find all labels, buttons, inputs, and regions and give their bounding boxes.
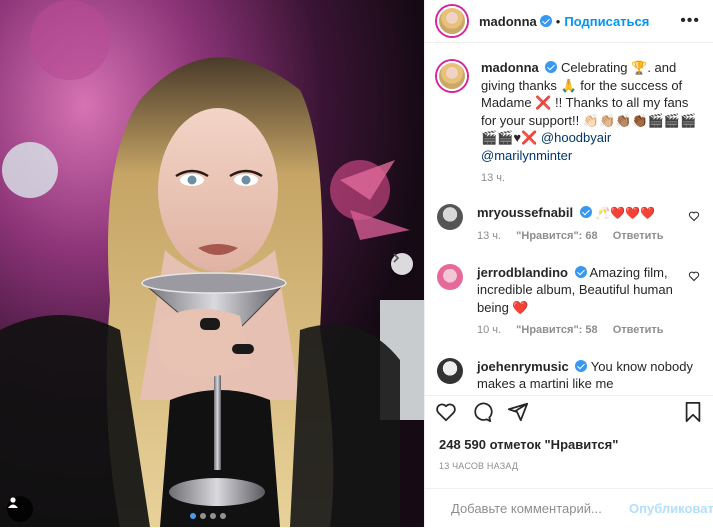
carousel-dot [220, 513, 226, 519]
reply-button[interactable]: Ответить [613, 230, 664, 242]
caption-username[interactable]: madonna [481, 60, 539, 75]
heart-icon[interactable] [435, 401, 457, 423]
avatar[interactable] [437, 263, 463, 290]
carousel-dot [210, 513, 216, 519]
verified-icon [539, 15, 552, 27]
comment-item: joehenrymusic You know nobody makes a ma… [425, 357, 713, 393]
bookmark-icon[interactable] [682, 401, 704, 423]
comment-item: jerrodblandino Amazing film, incredible … [425, 263, 713, 340]
carousel-indicator [190, 513, 226, 519]
publish-button[interactable]: Опубликовать [629, 501, 713, 516]
author-username[interactable]: madonna [479, 14, 537, 29]
post-date: 13 ЧАСОВ НАЗАД [439, 461, 519, 471]
share-icon[interactable] [507, 401, 529, 423]
avatar[interactable] [437, 357, 463, 384]
post-sidebar: madonna • Подписаться ••• madonna Celebr… [424, 0, 713, 527]
comment-input[interactable] [449, 500, 629, 517]
comment-item: mryoussefnabil 🥂❤️❤️❤️ 13 ч. "Нравится":… [425, 203, 713, 246]
likes-count[interactable]: 248 590 отметок "Нравится" [439, 437, 618, 452]
comment-likes[interactable]: "Нравится": 68 [516, 230, 597, 242]
post-caption: madonna Celebrating 🏆. and giving thanks… [425, 43, 713, 188]
post-actions [425, 395, 713, 428]
separator: • [555, 13, 561, 29]
avatar[interactable] [437, 203, 463, 230]
caption-time: 13 ч. [481, 172, 506, 184]
comment-time: 10 ч. [477, 324, 502, 336]
user-tag-icon [8, 497, 18, 508]
heart-icon[interactable] [688, 270, 700, 282]
tagged-users-button[interactable] [7, 496, 33, 522]
carousel-dot [190, 513, 196, 519]
comment-username[interactable]: jerrodblandino [477, 265, 568, 280]
post-header: madonna • Подписаться ••• [425, 0, 713, 43]
add-comment-bar: Опубликовать [425, 488, 713, 528]
comment-likes[interactable]: "Нравится": 58 [516, 324, 597, 336]
heart-icon[interactable] [688, 210, 700, 222]
photo-illustration [0, 0, 424, 527]
comment-icon[interactable] [471, 401, 493, 423]
comment-text: 🥂❤️❤️❤️ [595, 205, 656, 220]
more-options-button[interactable]: ••• [680, 12, 700, 30]
comment-time: 13 ч. [477, 230, 502, 242]
mention-link[interactable]: @marilynminter [481, 148, 572, 163]
avatar[interactable] [437, 61, 467, 91]
chevron-right-icon [393, 253, 400, 263]
verified-icon [545, 61, 558, 73]
verified-icon [579, 205, 592, 218]
comment-username[interactable]: mryoussefnabil [477, 205, 573, 220]
verified-icon [574, 265, 587, 278]
next-photo-button[interactable] [391, 253, 413, 275]
mention-link[interactable]: @hoodbyair [541, 130, 611, 145]
reply-button[interactable]: Ответить [613, 324, 664, 336]
verified-icon [575, 359, 588, 372]
comment-username[interactable]: joehenrymusic [477, 359, 569, 374]
post-photo[interactable] [0, 0, 424, 527]
follow-button[interactable]: Подписаться [564, 14, 649, 29]
avatar[interactable] [437, 6, 467, 36]
comments-list[interactable]: madonna Celebrating 🏆. and giving thanks… [425, 43, 713, 395]
carousel-dot [200, 513, 206, 519]
